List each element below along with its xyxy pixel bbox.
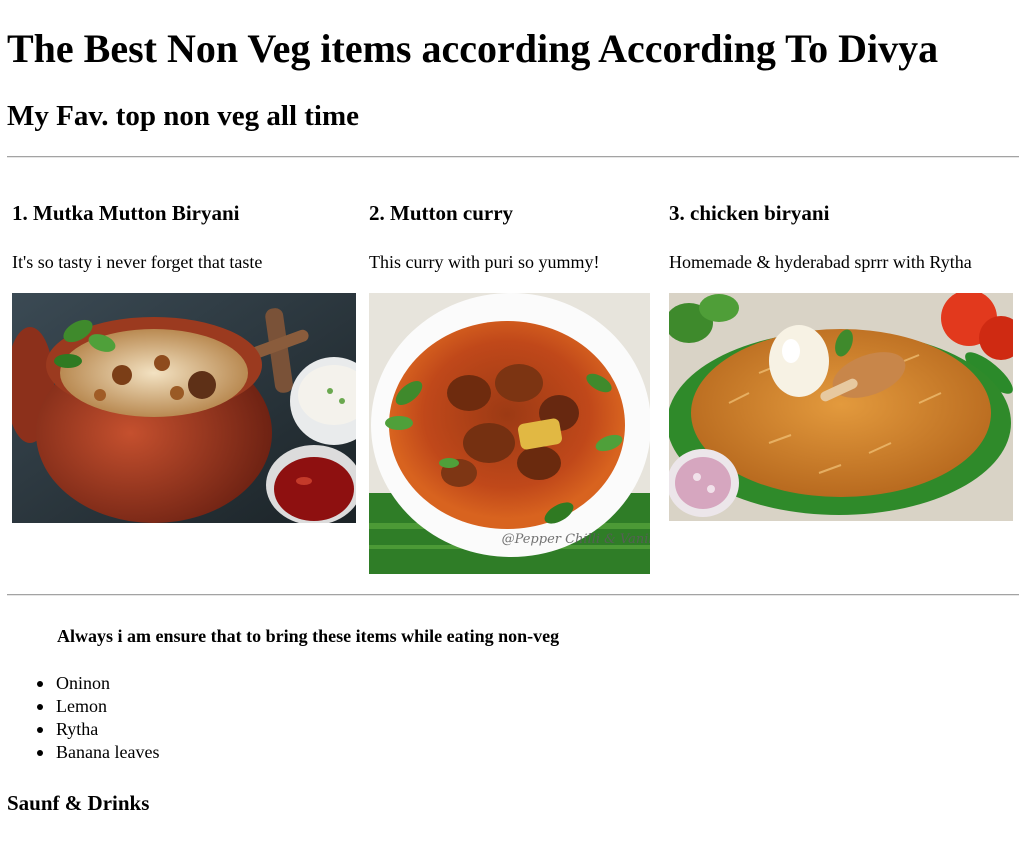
food-card-title: 2. Mutton curry <box>369 201 514 225</box>
list-item-label: Rytha <box>56 719 99 739</box>
list-item: Banana leaves <box>37 741 160 764</box>
list-item: Oninon <box>37 672 159 695</box>
list-item-label: Lemon <box>56 696 107 716</box>
bullet-icon <box>37 681 43 687</box>
list-item-label: Oninon <box>56 673 110 693</box>
page-title: The Best Non Veg items according Accordi… <box>7 26 939 71</box>
food-card-title: 1. Mutka Mutton Biryani <box>12 201 240 225</box>
footer-heading: Saunf & Drinks <box>7 791 150 815</box>
mutton-curry-bowl-photo: @Pepper Chilli & Vanilla <box>369 293 650 574</box>
food-card-description: It's so tasty i never forget that taste <box>12 252 263 272</box>
accompaniments-heading: Always i am ensure that to bring these i… <box>57 626 560 646</box>
divider-top <box>7 156 1019 158</box>
page-subtitle: My Fav. top non veg all time <box>7 100 360 132</box>
bullet-icon <box>37 750 43 756</box>
chicken-biryani-banana-leaf-photo <box>669 293 1013 521</box>
food-card-title: 3. chicken biryani <box>669 201 830 225</box>
bullet-icon <box>37 727 43 733</box>
list-item: Rytha <box>37 718 159 741</box>
image-watermark: @Pepper Chilli & Vanilla <box>502 532 650 547</box>
accompaniments-list: Oninon Lemon Rytha Banana leaves <box>37 672 160 764</box>
clay-pot-biryani-photo <box>12 293 356 523</box>
list-item: Lemon <box>37 695 159 718</box>
food-card-description: This curry with puri so yummy! <box>369 252 600 272</box>
bullet-icon <box>37 704 43 710</box>
divider-bottom <box>7 594 1019 596</box>
food-card-description: Homemade & hyderabad sprrr with Rytha <box>669 252 972 272</box>
list-item-label: Banana leaves <box>56 742 160 762</box>
